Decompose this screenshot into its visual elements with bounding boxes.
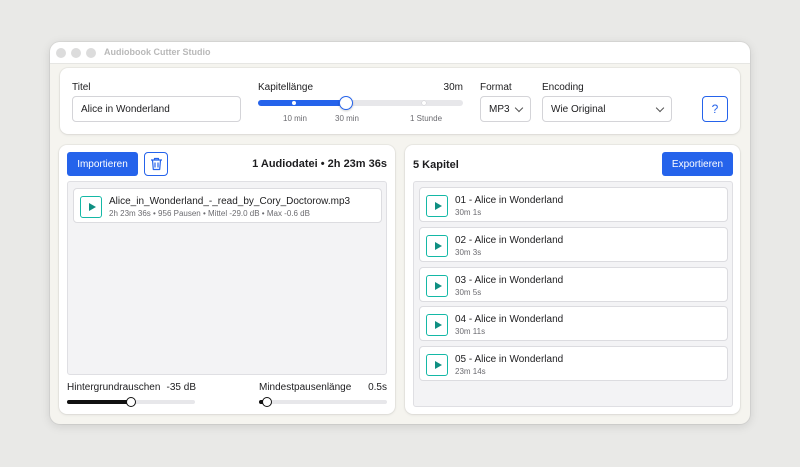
format-select[interactable]: MP3: [480, 96, 531, 122]
chapter-length-fill: [258, 100, 347, 106]
chapter-item[interactable]: 02 - Alice in Wonderland 30m 3s: [419, 227, 728, 262]
export-button[interactable]: Exportieren: [662, 152, 733, 176]
play-icon[interactable]: [426, 195, 448, 217]
export-label: Exportieren: [671, 158, 724, 170]
pause-value: 0.5s: [368, 382, 387, 393]
title-bar: Audiobook Cutter Studio: [50, 42, 750, 64]
chapter-duration: 23m 14s: [455, 367, 486, 376]
play-icon[interactable]: [426, 235, 448, 257]
chapter-item[interactable]: 01 - Alice in Wonderland 30m 1s: [419, 187, 728, 222]
tick-label-1h: 1 Stunde: [409, 114, 443, 123]
chevron-down-icon: [655, 103, 665, 112]
window-title: Audiobook Cutter Studio: [104, 47, 211, 57]
file-name: Alice_in_Wonderland_-_read_by_Cory_Docto…: [109, 196, 351, 207]
chapter-item[interactable]: 03 - Alice in Wonderland 30m 5s: [419, 267, 728, 302]
chapter-length-slider[interactable]: [258, 96, 463, 110]
chapter-count: 5 Kapitel: [413, 159, 459, 171]
chapter-duration: 30m 5s: [455, 288, 482, 297]
file-meta: 2h 23m 36s • 956 Pausen • Mittel -29.0 d…: [109, 209, 310, 218]
chapter-length-label: Kapitellänge: [258, 82, 314, 93]
delete-button[interactable]: [144, 152, 168, 176]
noise-slider[interactable]: [67, 397, 195, 407]
settings-panel: Titel Alice in Wonderland Kapitellänge 3…: [60, 68, 740, 134]
chapter-name: 02 - Alice in Wonderland: [455, 235, 564, 246]
chapter-length-knob[interactable]: [339, 96, 354, 110]
minimize-window-button[interactable]: [71, 48, 81, 58]
noise-label: Hintergrundrauschen: [67, 382, 161, 393]
format-label: Format: [480, 82, 512, 93]
trash-icon: [150, 157, 162, 171]
chapter-duration: 30m 1s: [455, 208, 482, 217]
tick-label-10min: 10 min: [282, 114, 308, 123]
chevron-down-icon: [514, 103, 524, 112]
chapter-duration: 30m 11s: [455, 327, 486, 336]
app-window: Audiobook Cutter Studio Titel Alice in W…: [50, 42, 750, 424]
chapters-panel: 5 Kapitel Exportieren 01 - Alice in Wond…: [405, 145, 740, 414]
encoding-value: Wie Original: [551, 103, 606, 115]
format-value: MP3: [489, 103, 510, 115]
play-icon[interactable]: [426, 314, 448, 336]
help-button[interactable]: ?: [702, 96, 728, 122]
pause-label: Mindestpausenlänge: [259, 382, 352, 393]
file-list: Alice_in_Wonderland_-_read_by_Cory_Docto…: [67, 181, 387, 375]
slider-tick-10min: [292, 101, 296, 105]
title-label: Titel: [72, 82, 91, 93]
noise-fill: [67, 400, 131, 404]
zoom-window-button[interactable]: [86, 48, 96, 58]
chapter-duration: 30m 3s: [455, 248, 482, 257]
chapter-item[interactable]: 04 - Alice in Wonderland 30m 11s: [419, 306, 728, 341]
chapter-length-value: 30m: [443, 82, 463, 93]
close-window-button[interactable]: [56, 48, 66, 58]
noise-knob[interactable]: [126, 397, 136, 407]
encoding-label: Encoding: [542, 82, 584, 93]
play-icon[interactable]: [426, 275, 448, 297]
noise-value: -35 dB: [166, 382, 196, 393]
encoding-select[interactable]: Wie Original: [542, 96, 672, 122]
play-icon[interactable]: [80, 196, 102, 218]
chapter-list: 01 - Alice in Wonderland 30m 1s 02 - Ali…: [413, 181, 733, 407]
pause-knob[interactable]: [261, 397, 272, 407]
play-icon[interactable]: [426, 354, 448, 376]
source-panel: Importieren 1 Audiodatei • 2h 23m 36s Al…: [59, 145, 395, 414]
import-button[interactable]: Importieren: [67, 152, 138, 176]
pause-slider[interactable]: [259, 397, 387, 407]
summary-text: 1 Audiodatei • 2h 23m 36s: [252, 158, 387, 170]
help-label: ?: [711, 102, 719, 116]
import-label: Importieren: [77, 158, 128, 170]
chapter-item[interactable]: 05 - Alice in Wonderland 23m 14s: [419, 346, 728, 381]
chapter-name: 05 - Alice in Wonderland: [455, 354, 564, 365]
slider-tick-1h: [422, 101, 426, 105]
title-input[interactable]: Alice in Wonderland: [72, 96, 241, 122]
file-item[interactable]: Alice_in_Wonderland_-_read_by_Cory_Docto…: [73, 188, 382, 223]
chapter-name: 03 - Alice in Wonderland: [455, 275, 564, 286]
tick-label-30min: 30 min: [334, 114, 360, 123]
chapter-name: 04 - Alice in Wonderland: [455, 314, 564, 325]
chapter-name: 01 - Alice in Wonderland: [455, 195, 564, 206]
